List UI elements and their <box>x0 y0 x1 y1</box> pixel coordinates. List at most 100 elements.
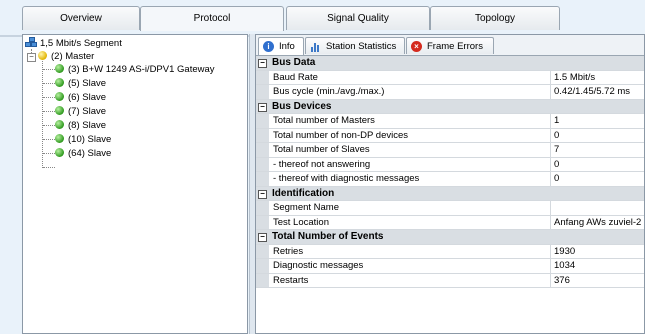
property-row[interactable]: Total number of Masters 1 <box>256 114 644 129</box>
tree-connector <box>43 125 55 126</box>
row-gutter <box>256 244 269 258</box>
tree-connector <box>43 139 55 140</box>
tab-station-statistics[interactable]: Station Statistics <box>305 37 405 54</box>
tab-protocol[interactable]: Protocol <box>140 6 284 31</box>
property-row[interactable]: Test Location Anfang AWs zuviel-2 <box>256 215 644 230</box>
tree-item-label: (64) Slave <box>68 148 112 159</box>
property-value: 1034 <box>550 259 644 273</box>
tab-station-statistics-label: Station Statistics <box>326 41 397 52</box>
row-gutter <box>256 143 269 157</box>
property-label: Restarts <box>273 274 309 286</box>
collapse-icon[interactable]: − <box>27 53 36 62</box>
property-row[interactable]: Baud Rate 1.5 Mbit/s <box>256 70 644 85</box>
property-label: - thereof with diagnostic messages <box>273 173 420 184</box>
station-status-icon <box>55 120 64 129</box>
property-label: Segment Name <box>273 202 340 213</box>
row-gutter <box>256 201 269 215</box>
row-gutter <box>256 128 269 142</box>
tree-connector <box>43 167 55 168</box>
tree-item-label: (5) Slave <box>68 78 107 89</box>
segment-tree[interactable]: 1,5 Mbit/s Segment − (2) Master (3) B+W … <box>22 34 248 334</box>
category-label: Bus Devices <box>272 100 332 112</box>
tab-overview[interactable]: Overview <box>22 6 140 30</box>
property-grid: − Bus Data Baud Rate 1.5 Mbit/s Bus cycle … <box>256 56 644 288</box>
row-gutter <box>256 215 269 229</box>
tab-info-label: Info <box>279 41 295 52</box>
tab-frame-errors[interactable]: × Frame Errors <box>406 37 494 54</box>
property-value: 0 <box>550 172 644 186</box>
row-gutter <box>256 259 269 273</box>
property-value: 0 <box>550 157 644 171</box>
tree-item-master[interactable]: (2) Master <box>38 50 94 63</box>
collapse-icon[interactable]: − <box>258 189 267 199</box>
category-identification[interactable]: − Identification <box>256 186 644 201</box>
tree-connector <box>43 97 55 98</box>
property-row[interactable]: Bus cycle (min./avg./max.) 0.42/1.45/5.72… <box>256 85 644 100</box>
tree-item-station[interactable]: (6) Slave <box>55 91 106 104</box>
collapse-icon[interactable]: − <box>258 102 267 112</box>
tab-signal-quality-label: Signal Quality <box>327 13 389 24</box>
info-icon: i <box>263 41 274 52</box>
property-row[interactable]: Retries 1930 <box>256 244 644 259</box>
tree-item-station[interactable]: (5) Slave <box>55 77 106 90</box>
tab-topology[interactable]: Topology <box>430 6 560 30</box>
tree-item-station[interactable]: (64) Slave <box>55 147 111 160</box>
property-row[interactable]: Diagnostic messages 1034 <box>256 259 644 274</box>
tree-item-station[interactable]: (7) Slave <box>55 105 106 118</box>
property-label: Total number of Slaves <box>273 144 370 155</box>
property-value: 1930 <box>550 244 644 258</box>
property-label: Diagnostic messages <box>273 260 364 271</box>
tree-item-label: (7) Slave <box>68 106 107 117</box>
tab-topology-label: Topology <box>474 13 516 24</box>
property-label: Test Location <box>273 216 329 228</box>
row-gutter <box>256 273 269 287</box>
station-status-icon <box>55 92 64 101</box>
tree-item-label: (3) B+W 1249 AS-i/DPV1 Gateway <box>68 64 215 75</box>
property-row[interactable]: Total number of non-DP devices 0 <box>256 128 644 143</box>
row-gutter <box>256 157 269 171</box>
tree-item-label: (8) Slave <box>68 120 107 131</box>
station-status-icon <box>55 78 64 87</box>
property-row[interactable]: - thereof not answering 0 <box>256 157 644 172</box>
row-gutter <box>256 85 269 99</box>
property-row[interactable]: Restarts 376 <box>256 273 644 288</box>
station-status-icon <box>55 134 64 143</box>
tree-item-segment[interactable]: 1,5 Mbit/s Segment <box>25 37 122 50</box>
tab-info[interactable]: i Info <box>258 37 304 55</box>
row-gutter <box>256 70 269 84</box>
collapse-icon[interactable]: − <box>258 59 267 68</box>
tree-item-station[interactable]: (10) Slave <box>55 133 111 146</box>
property-value: Anfang AWs zuviel-2 <box>550 215 644 229</box>
tab-signal-quality[interactable]: Signal Quality <box>286 6 430 30</box>
tree-item-label: (10) Slave <box>68 134 112 145</box>
property-value <box>550 201 644 215</box>
details-panel: i Info Station Statistics × Frame Errors −… <box>255 34 645 334</box>
property-value: 0.42/1.45/5.72 ms <box>550 85 644 99</box>
category-bus-devices[interactable]: − Bus Devices <box>256 99 644 114</box>
category-label: Bus Data <box>272 57 316 68</box>
property-label: Bus cycle (min./avg./max.) <box>273 86 385 97</box>
error-icon: × <box>411 41 422 52</box>
property-label: Total number of Masters <box>273 115 375 126</box>
category-bus-data[interactable]: − Bus Data <box>256 56 644 71</box>
collapse-icon[interactable]: − <box>258 233 267 242</box>
property-label: Retries <box>273 245 304 257</box>
property-value: 1.5 Mbit/s <box>550 70 644 84</box>
category-total-events[interactable]: − Total Number of Events <box>256 230 644 245</box>
tree-connector <box>43 69 55 70</box>
station-status-icon <box>55 148 64 157</box>
main-tab-bar: Overview Protocol Signal Quality Topolog… <box>0 6 645 37</box>
property-label: Total number of non-DP devices <box>273 129 409 141</box>
tree-item-station[interactable]: (8) Slave <box>55 119 106 132</box>
property-row[interactable]: Segment Name <box>256 201 644 216</box>
station-status-icon <box>55 106 64 115</box>
network-icon <box>25 37 37 47</box>
property-value: 0 <box>550 128 644 142</box>
tree-item-segment-label: 1,5 Mbit/s Segment <box>40 38 122 49</box>
property-row[interactable]: - thereof with diagnostic messages 0 <box>256 172 644 187</box>
property-row[interactable]: Total number of Slaves 7 <box>256 143 644 158</box>
tab-frame-errors-label: Frame Errors <box>427 41 483 52</box>
property-label: - thereof not answering <box>273 158 371 170</box>
property-label: Baud Rate <box>273 71 318 83</box>
tree-item-station[interactable]: (3) B+W 1249 AS-i/DPV1 Gateway <box>55 63 215 76</box>
